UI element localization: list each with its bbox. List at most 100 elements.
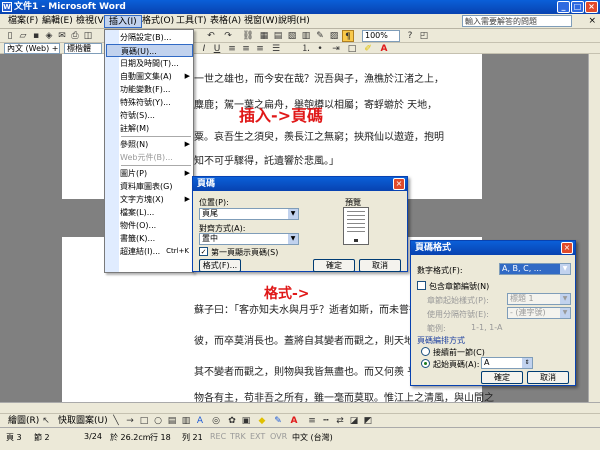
clipart-icon[interactable]: ✿ (226, 415, 238, 427)
hyperlink-icon[interactable]: ⛓ (242, 30, 254, 42)
menu-item-page-numbers[interactable]: 頁碼(U)... (106, 44, 193, 57)
help-search-input[interactable]: 輸入需要解答的問題 (462, 15, 572, 27)
menu-item-object[interactable]: 物件(O)... (106, 219, 193, 232)
dash-style-icon[interactable]: ┅ (320, 415, 332, 427)
draw-font-color-icon[interactable]: A (288, 415, 300, 427)
open-icon[interactable]: ▱ (17, 30, 29, 42)
menu-help[interactable]: 說明(H) (274, 15, 314, 28)
status-ovr[interactable]: OVR (270, 432, 287, 441)
menu-item-comment[interactable]: 註解(M) (106, 122, 193, 135)
menu-edit[interactable]: 編輯(E) (38, 15, 77, 28)
bullets-icon[interactable]: • (314, 43, 326, 54)
chapter-checkbox[interactable] (417, 281, 426, 290)
picture-icon[interactable]: ▣ (240, 415, 252, 427)
status-ext[interactable]: EXT (250, 432, 265, 441)
undo-icon[interactable]: ↶ (205, 30, 217, 42)
justify-icon[interactable]: ☰ (270, 43, 282, 54)
status-rec[interactable]: REC (210, 432, 226, 441)
menu-tools[interactable]: 工具(T) (172, 15, 211, 28)
number-format-select[interactable]: A, B, C, ... ▼ (499, 263, 571, 275)
menu-file[interactable]: 檔案(F) (4, 15, 42, 28)
columns-icon[interactable]: ▥ (300, 30, 312, 42)
menu-item-hyperlink[interactable]: 超連結(I)... Ctrl+K (106, 245, 193, 258)
select-arrow-icon[interactable]: ↖ (40, 415, 52, 427)
align-right-icon[interactable]: ≡ (254, 43, 266, 54)
help-icon[interactable]: ? (404, 30, 416, 42)
new-icon[interactable]: ▯ (4, 30, 16, 42)
indent-icon[interactable]: ⇥ (330, 43, 342, 54)
rectangle-icon[interactable]: □ (138, 415, 150, 427)
doc-map-icon[interactable]: ▨ (328, 30, 340, 42)
maximize-button[interactable]: □ (571, 1, 584, 13)
diagram-icon[interactable]: ◎ (210, 415, 222, 427)
numbering-icon[interactable]: ⒈ (300, 43, 312, 54)
tables-icon[interactable]: ▦ (258, 30, 270, 42)
menu-item-file[interactable]: 檔案(L)... (106, 206, 193, 219)
position-select[interactable]: 頁尾 ▼ (199, 208, 299, 220)
oval-icon[interactable]: ○ (152, 415, 164, 427)
border-icon[interactable]: □ (346, 43, 358, 54)
menu-item-break[interactable]: 分隔設定(B)... (106, 31, 193, 44)
font-color-icon[interactable]: A (378, 43, 390, 54)
textbox-icon[interactable]: ▤ (166, 415, 178, 427)
font-select[interactable]: 標楷體 (64, 43, 102, 54)
first-page-checkbox[interactable]: ✓ (199, 247, 208, 256)
alignment-select[interactable]: 置中 ▼ (199, 233, 299, 245)
zoom-select[interactable]: 100% (362, 30, 400, 42)
cancel-button[interactable]: 取消 (359, 259, 401, 272)
vertical-scrollbar[interactable] (588, 54, 600, 402)
start-at-input[interactable]: A ⇕ (481, 357, 533, 369)
mail-icon[interactable]: ✉ (56, 30, 68, 42)
ok-button[interactable]: 確定 (481, 371, 523, 384)
close-icon[interactable]: × (561, 242, 573, 254)
permission-icon[interactable]: ◈ (43, 30, 55, 42)
wordart-icon[interactable]: A (194, 415, 206, 427)
close-button[interactable]: × (585, 1, 598, 13)
excel-icon[interactable]: ▧ (286, 30, 298, 42)
align-left-icon[interactable]: ≡ (226, 43, 238, 54)
arrow-icon[interactable]: → (124, 415, 136, 427)
menu-item-textbox[interactable]: 文字方塊(X) ▶ (106, 193, 193, 206)
line-icon[interactable]: ╲ (110, 415, 122, 427)
status-trk[interactable]: TRK (230, 432, 246, 441)
highlight-icon[interactable]: ✐ (362, 43, 374, 54)
continue-radio[interactable] (421, 347, 430, 356)
italic-icon[interactable]: I (198, 43, 210, 54)
start-at-radio[interactable] (421, 359, 430, 368)
shadow-icon[interactable]: ◪ (348, 415, 360, 427)
menu-item-reference[interactable]: 參照(N) ▶ (106, 138, 193, 151)
menu-item-date-time[interactable]: 日期及時間(T)... (106, 57, 193, 70)
cancel-button[interactable]: 取消 (527, 371, 569, 384)
menu-item-diagram[interactable]: 資料庫圖表(G) (106, 180, 193, 193)
spinner-icon[interactable]: ⇕ (522, 358, 532, 368)
line-color-icon[interactable]: ✎ (272, 415, 284, 427)
menu-item-picture[interactable]: 圖片(P) ▶ (106, 167, 193, 180)
underline-icon[interactable]: U (211, 43, 223, 54)
minimize-button[interactable]: _ (557, 1, 570, 13)
line-style-icon[interactable]: ≡ (306, 415, 318, 427)
print-icon[interactable]: ⎙ (69, 30, 81, 42)
3d-icon[interactable]: ◩ (362, 415, 374, 427)
menu-item-field[interactable]: 功能變數(F)... (106, 83, 193, 96)
menu-insert[interactable]: 插入(I) (104, 15, 142, 28)
save-icon[interactable]: ▪ (30, 30, 42, 42)
arrow-style-icon[interactable]: ⇄ (334, 415, 346, 427)
menu-item-special-symbol[interactable]: 特殊符號(Y)... (106, 96, 193, 109)
preview-icon[interactable]: ◫ (82, 30, 94, 42)
insert-table-icon[interactable]: ▤ (272, 30, 284, 42)
show-marks-icon[interactable]: ¶ (342, 30, 354, 42)
fill-color-icon[interactable]: ◆ (256, 415, 268, 427)
close-doc-icon[interactable]: × (588, 16, 596, 26)
format-button[interactable]: 格式(F)... (199, 259, 241, 272)
menu-item-bookmark[interactable]: 書籤(K)... (106, 232, 193, 245)
vertical-textbox-icon[interactable]: ▥ (180, 415, 192, 427)
close-icon[interactable]: × (393, 178, 405, 190)
align-center-icon[interactable]: ≡ (240, 43, 252, 54)
redo-icon[interactable]: ↷ (222, 30, 234, 42)
drawing-icon[interactable]: ✎ (314, 30, 326, 42)
menu-item-symbol[interactable]: 符號(S)... (106, 109, 193, 122)
horizontal-scrollbar[interactable] (0, 402, 600, 413)
menu-item-autotext[interactable]: 自動圖文集(A) ▶ (106, 70, 193, 83)
style-select[interactable]: 內文 (Web) + (4, 43, 60, 54)
read-icon[interactable]: ◰ (418, 30, 430, 42)
